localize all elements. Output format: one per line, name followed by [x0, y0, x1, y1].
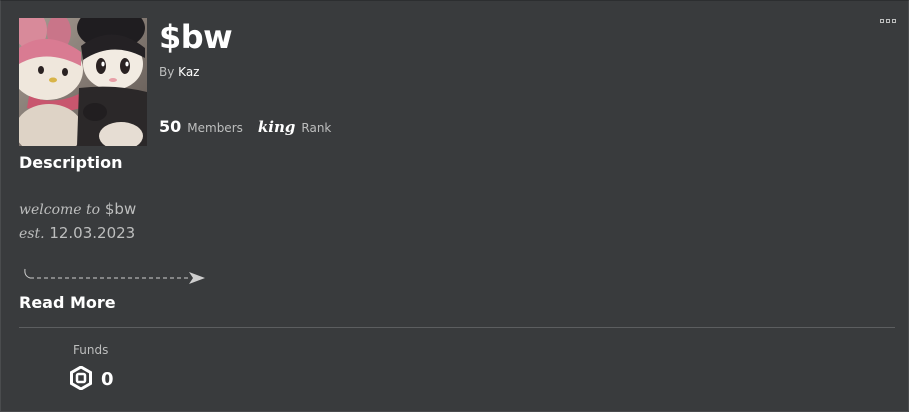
description-line: est. 12.03.2023 — [19, 223, 135, 244]
section-divider — [19, 327, 895, 328]
owner-prefix: By — [159, 65, 175, 79]
robux-icon — [69, 365, 93, 394]
group-emblem — [19, 18, 147, 146]
dashed-arrow-icon — [21, 267, 207, 291]
owner-link[interactable]: Kaz — [178, 65, 199, 79]
funds-value: 0 — [101, 369, 114, 390]
group-emblem-image — [19, 18, 147, 146]
menu-dot — [880, 19, 884, 23]
member-count: 50 — [159, 117, 182, 136]
description-text: $bw — [104, 200, 137, 218]
description-line: welcome to $bw — [19, 199, 136, 220]
rank-label: Rank — [301, 121, 332, 135]
description-heading: Description — [19, 153, 123, 172]
description-italic-text: welcome to — [19, 202, 101, 218]
description-italic-text: est. — [19, 226, 45, 242]
more-options-icon[interactable] — [880, 19, 896, 23]
rank-value: king — [257, 118, 296, 136]
members-label: Members — [187, 121, 243, 135]
description-text: 12.03.2023 — [49, 224, 136, 242]
funds-row: 0 — [69, 365, 114, 394]
group-header-panel: $bw By Kaz 50 Members king Rank Descript… — [0, 0, 909, 412]
menu-dot — [892, 19, 896, 23]
read-more-link[interactable]: Read More — [19, 293, 116, 313]
funds-label: Funds — [73, 343, 109, 357]
group-name: $bw — [159, 18, 233, 56]
group-stats: 50 Members king Rank — [159, 117, 331, 138]
group-owner: By Kaz — [159, 64, 199, 80]
menu-dot — [886, 19, 890, 23]
